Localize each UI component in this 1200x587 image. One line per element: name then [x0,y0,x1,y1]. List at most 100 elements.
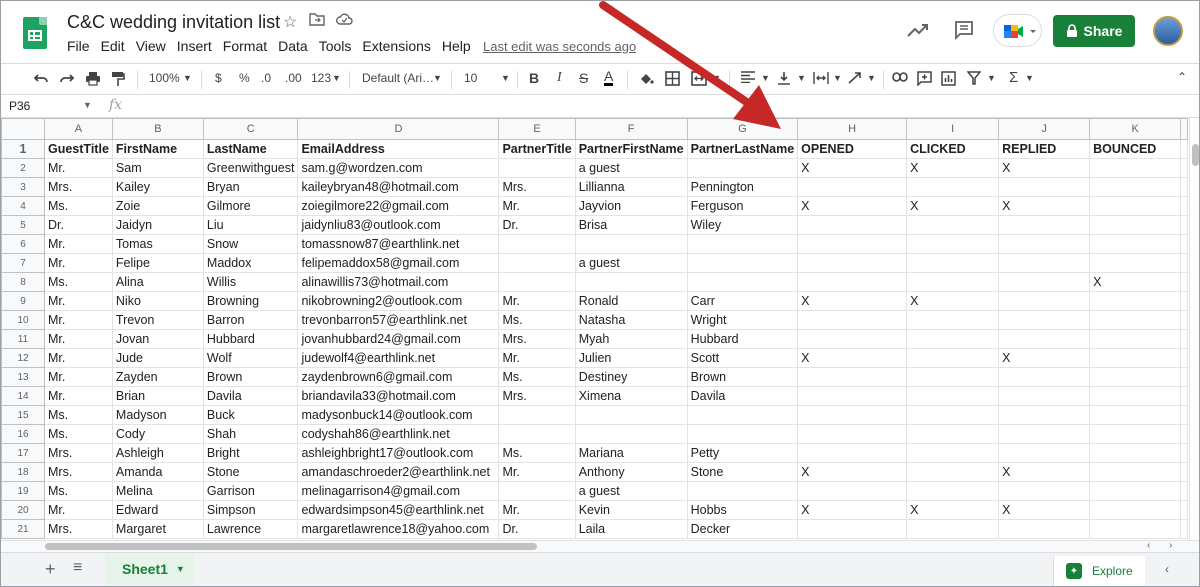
cell-c17[interactable]: Bright [202,443,299,463]
cell-f16[interactable] [574,424,688,444]
cell-j17[interactable] [998,443,1091,463]
increase-decimal[interactable]: .00 [285,71,302,85]
cell-c10[interactable]: Barron [202,310,299,330]
cell-f17[interactable]: Mariana [574,443,688,463]
menu-help[interactable]: Help [442,38,471,54]
cell-d7[interactable]: felipemaddox58@gmail.com [297,253,500,273]
cell-g16[interactable] [686,424,799,444]
cell-k11[interactable] [1089,329,1182,349]
cell-f21[interactable]: Laila [574,519,688,539]
redo-icon[interactable] [59,71,75,88]
undo-icon[interactable] [33,71,49,88]
cell-k6[interactable] [1089,234,1182,254]
cell-g11[interactable]: Hubbard [686,329,799,349]
cell-f8[interactable] [574,272,688,292]
cell-i20[interactable]: X [906,500,1000,520]
cell-i13[interactable] [906,367,1000,387]
cell-i21[interactable] [906,519,1000,539]
column-header-i[interactable]: I [906,118,1000,140]
cell-g7[interactable] [686,253,799,273]
cell-e3[interactable]: Mrs. [498,177,576,197]
spreadsheet-grid[interactable]: ABCDEFGHIJK 1 GuestTitle FirstName LastName… [1,118,1189,540]
cell-i17[interactable] [906,443,1000,463]
cell-b1[interactable]: FirstName [111,139,204,159]
cell-d6[interactable]: tomassnow87@earthlink.net [297,234,500,254]
cell-i11[interactable] [906,329,1000,349]
row-number[interactable]: 11 [1,329,45,349]
cell-e13[interactable]: Ms. [498,367,576,387]
explore-button[interactable]: ✦ Explore [1053,556,1145,586]
cell-g6[interactable] [686,234,799,254]
font-size-select[interactable]: 10 [464,71,477,85]
cell-i19[interactable] [906,481,1000,501]
row-number[interactable]: 19 [1,481,45,501]
cell-j12[interactable]: X [998,348,1091,368]
percent-format[interactable]: % [239,71,250,85]
cell-f3[interactable]: Lillianna [574,177,688,197]
cell-d11[interactable]: jovanhubbard24@gmail.com [297,329,500,349]
collapse-toolbar-icon[interactable]: ⌃ [1177,70,1187,84]
account-avatar[interactable] [1153,16,1183,46]
cell-g19[interactable] [686,481,799,501]
cell-e15[interactable] [498,405,576,425]
cell-h13[interactable] [797,367,908,387]
cell-g13[interactable]: Brown [686,367,799,387]
cell-h10[interactable] [797,310,908,330]
cell-c8[interactable]: Willis [202,272,299,292]
cell-i14[interactable] [906,386,1000,406]
column-header-g[interactable]: G [686,118,799,140]
cell-a20[interactable]: Mr. [44,500,113,520]
menu-data[interactable]: Data [278,38,308,54]
italic-button[interactable]: I [557,70,562,86]
cell-k8[interactable]: X [1089,272,1182,292]
row-number[interactable]: 21 [1,519,45,539]
filter-icon[interactable] [966,71,982,88]
horizontal-scrollbar[interactable]: ‹ › [1,540,1199,552]
text-rotation-icon[interactable] [847,71,863,88]
cell-f13[interactable]: Destiney [574,367,688,387]
cell-e6[interactable] [498,234,576,254]
cell-j15[interactable] [998,405,1091,425]
scroll-left-icon[interactable]: ‹ [1147,540,1150,551]
cell-g18[interactable]: Stone [686,462,799,482]
cell-h11[interactable] [797,329,908,349]
cell-b8[interactable]: Alina [111,272,204,292]
cell-c13[interactable]: Brown [202,367,299,387]
cell-b10[interactable]: Trevon [111,310,204,330]
column-header-e[interactable]: E [498,118,576,140]
cell-j18[interactable]: X [998,462,1091,482]
row-number[interactable]: 10 [1,310,45,330]
valign-caret-icon[interactable]: ▼ [797,73,806,83]
cell-k1[interactable]: BOUNCED [1089,139,1182,159]
cell-g3[interactable]: Pennington [686,177,799,197]
cell-e21[interactable]: Dr. [498,519,576,539]
horizontal-align-icon[interactable] [741,71,755,86]
cell-overflow[interactable] [1180,196,1189,216]
cell-h19[interactable] [797,481,908,501]
select-all-corner[interactable] [1,118,45,140]
cell-k18[interactable] [1089,462,1182,482]
cell-e9[interactable]: Mr. [498,291,576,311]
row-number[interactable]: 13 [1,367,45,387]
cell-e7[interactable] [498,253,576,273]
row-number[interactable]: 6 [1,234,45,254]
cell-a6[interactable]: Mr. [44,234,113,254]
cell-f20[interactable]: Kevin [574,500,688,520]
row-number[interactable]: 17 [1,443,45,463]
cell-a3[interactable]: Mrs. [44,177,113,197]
row-number[interactable]: 8 [1,272,45,292]
cell-k4[interactable] [1089,196,1182,216]
cell-g10[interactable]: Wright [686,310,799,330]
cell-j20[interactable]: X [998,500,1091,520]
cell-h4[interactable]: X [797,196,908,216]
cell-b21[interactable]: Margaret [111,519,204,539]
row-number[interactable]: 15 [1,405,45,425]
cell-g2[interactable] [686,158,799,178]
cell-b6[interactable]: Tomas [111,234,204,254]
last-edit-link[interactable]: Last edit was seconds ago [483,39,636,54]
cell-f10[interactable]: Natasha [574,310,688,330]
cell-g21[interactable]: Decker [686,519,799,539]
cell-f7[interactable]: a guest [574,253,688,273]
cell-d19[interactable]: melinagarrison4@gmail.com [297,481,500,501]
currency-format[interactable]: $ [215,71,222,85]
